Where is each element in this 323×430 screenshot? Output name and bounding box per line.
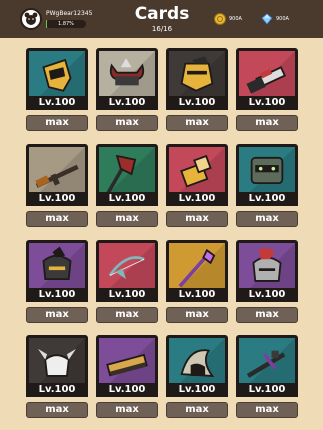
max-button[interactable]: max <box>166 307 228 323</box>
max-button[interactable]: max <box>96 115 158 131</box>
max-button[interactable]: max <box>236 211 298 227</box>
card[interactable]: Lv.100 max <box>236 48 298 134</box>
card[interactable]: Lv.100 max <box>166 144 228 230</box>
card[interactable]: Lv.100 max <box>236 335 298 421</box>
max-button[interactable]: max <box>166 115 228 131</box>
card-level: Lv.100 <box>236 288 298 302</box>
max-button[interactable]: max <box>96 402 158 418</box>
max-button[interactable]: max <box>26 211 88 227</box>
card[interactable]: Lv.100 max <box>26 48 88 134</box>
max-button[interactable]: max <box>236 307 298 323</box>
card-level: Lv.100 <box>26 383 88 397</box>
card-level: Lv.100 <box>96 288 158 302</box>
max-button[interactable]: max <box>26 115 88 131</box>
card-level: Lv.100 <box>236 383 298 397</box>
card[interactable]: Lv.100 max <box>96 48 158 134</box>
card-level: Lv.100 <box>26 192 88 206</box>
card[interactable]: Lv.100 max <box>166 335 228 421</box>
card-level: Lv.100 <box>96 192 158 206</box>
card-level: Lv.100 <box>26 288 88 302</box>
card[interactable]: Lv.100 max <box>166 240 228 326</box>
card-level: Lv.100 <box>96 383 158 397</box>
card[interactable]: Lv.100 max <box>166 48 228 134</box>
card-level: Lv.100 <box>166 383 228 397</box>
card-level: Lv.100 <box>236 192 298 206</box>
card-level: Lv.100 <box>166 96 228 110</box>
card[interactable]: Lv.100 max <box>96 335 158 421</box>
card-grid: Lv.100 max Lv.100 max Lv.100 max Lv.100 max Lv.1… <box>0 0 323 430</box>
card-level: Lv.100 <box>26 96 88 110</box>
card-level: Lv.100 <box>96 96 158 110</box>
card[interactable]: Lv.100 max <box>236 144 298 230</box>
max-button[interactable]: max <box>26 307 88 323</box>
card[interactable]: Lv.100 max <box>26 335 88 421</box>
card[interactable]: Lv.100 max <box>236 240 298 326</box>
max-button[interactable]: max <box>166 211 228 227</box>
card-level: Lv.100 <box>166 192 228 206</box>
max-button[interactable]: max <box>236 402 298 418</box>
max-button[interactable]: max <box>236 115 298 131</box>
card-level: Lv.100 <box>236 96 298 110</box>
card[interactable]: Lv.100 max <box>26 240 88 326</box>
card-level: Lv.100 <box>166 288 228 302</box>
max-button[interactable]: max <box>96 211 158 227</box>
card[interactable]: Lv.100 max <box>26 144 88 230</box>
max-button[interactable]: max <box>26 402 88 418</box>
max-button[interactable]: max <box>166 402 228 418</box>
card[interactable]: Lv.100 max <box>96 240 158 326</box>
card[interactable]: Lv.100 max <box>96 144 158 230</box>
max-button[interactable]: max <box>96 307 158 323</box>
